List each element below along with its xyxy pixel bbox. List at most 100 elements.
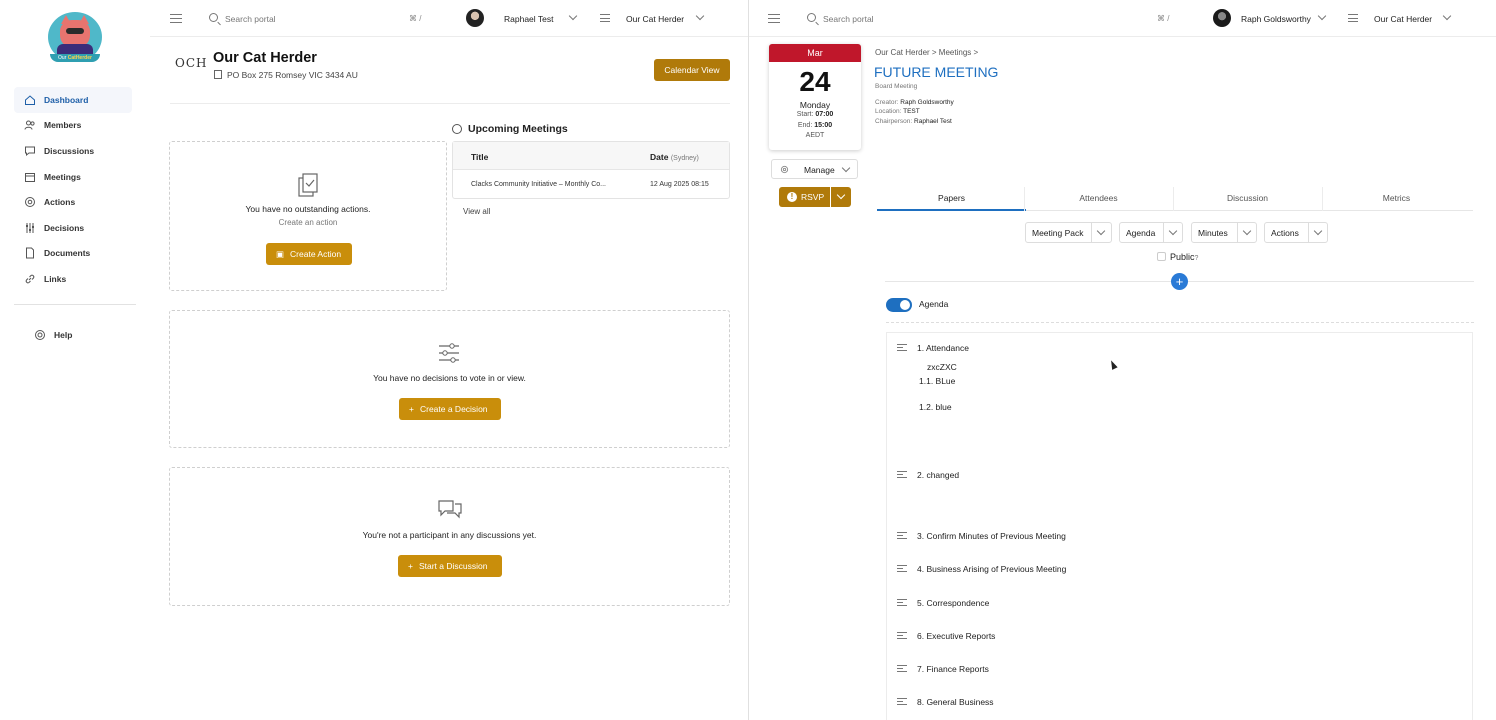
public-checkbox[interactable] <box>1157 252 1166 261</box>
sidebar-item-help[interactable]: Help <box>24 322 72 348</box>
agenda-dropdown[interactable]: Agenda <box>1119 222 1183 243</box>
day-number: 24 <box>799 66 831 97</box>
meeting-creator: Creator: Raph Goldsworthy <box>875 99 954 106</box>
agenda-item[interactable]: 1. Attendance <box>917 343 969 353</box>
avatar[interactable] <box>1213 9 1231 27</box>
actions-dropdown[interactable]: Actions <box>1264 222 1328 243</box>
sidebar-item-members[interactable]: Members <box>14 113 132 139</box>
user-menu[interactable]: Raphael Test <box>504 14 553 24</box>
agenda-subitem[interactable]: 1.2. blue <box>919 402 952 412</box>
plus-icon: + <box>408 561 413 571</box>
minutes-dropdown[interactable]: Minutes <box>1191 222 1257 243</box>
chat-icon <box>438 500 462 519</box>
logo-text: Our CatHerder <box>50 54 100 62</box>
sidebar-item-actions[interactable]: Actions <box>14 189 132 215</box>
reorder-icon[interactable] <box>897 665 907 672</box>
table-header: Title Date (Sydney) <box>453 142 729 170</box>
org-switcher[interactable]: Our Cat Herder <box>626 14 684 24</box>
sliders-icon <box>439 343 459 363</box>
breadcrumb[interactable]: Our Cat Herder > Meetings > <box>875 48 978 57</box>
plus-icon: + <box>409 404 414 414</box>
sidebar-item-meetings[interactable]: Meetings <box>14 164 132 190</box>
sidebar-item-discussions[interactable]: Discussions <box>14 138 132 164</box>
column-date: Date (Sydney) <box>650 152 699 162</box>
menu-icon[interactable] <box>768 14 780 23</box>
rsvp-button[interactable]: ! RSVP <box>779 187 830 207</box>
sidebar-item-decisions[interactable]: Decisions <box>14 215 132 241</box>
search-input[interactable]: Search portal <box>225 14 276 24</box>
agenda-list <box>886 332 1473 720</box>
reorder-icon[interactable] <box>897 344 907 351</box>
actions-card: You have no outstanding actions. Create … <box>169 141 447 291</box>
tab-papers[interactable]: Papers <box>877 187 1026 211</box>
agenda-item-note: zxcZXC <box>927 362 957 372</box>
manage-button[interactable]: Manage <box>771 159 858 179</box>
end-time: End: 15:00 <box>797 121 833 129</box>
meeting-row-title[interactable]: Clacks Community Initiative – Monthly Co… <box>471 181 606 188</box>
discussions-card: You're not a participant in any discussi… <box>169 467 730 606</box>
discussions-empty-message: You're not a participant in any discussi… <box>362 530 537 540</box>
reorder-icon[interactable] <box>897 599 907 606</box>
month-label: Mar <box>769 44 861 62</box>
document-icon <box>24 247 36 259</box>
agenda-item[interactable]: 2. changed <box>917 470 959 480</box>
search-shortcut: ⌘ / <box>409 14 422 23</box>
info-icon[interactable]: ? <box>1195 255 1199 262</box>
create-action-link[interactable]: Create an action <box>170 218 446 227</box>
tab-metrics[interactable]: Metrics <box>1322 187 1471 211</box>
menu-icon[interactable] <box>170 14 182 23</box>
chevron-down-icon <box>1168 226 1178 236</box>
create-action-button[interactable]: ▣ Create Action <box>266 243 352 265</box>
meeting-row-date: 12 Aug 2025 08:15 <box>650 181 709 188</box>
reorder-icon[interactable] <box>897 471 907 478</box>
agenda-item[interactable]: 3. Confirm Minutes of Previous Meeting <box>917 531 1066 541</box>
tab-discussion[interactable]: Discussion <box>1173 187 1322 211</box>
agenda-item[interactable]: 5. Correspondence <box>917 598 989 608</box>
public-label: Public? <box>1170 252 1199 262</box>
agenda-item[interactable]: 7. Finance Reports <box>917 664 989 674</box>
chevron-down-icon <box>836 190 846 200</box>
sidebar-item-documents[interactable]: Documents <box>14 241 132 267</box>
meeting-date-card: Mar 24 Monday Start: 07:00 End: 15:00 AE… <box>769 44 861 150</box>
reorder-icon[interactable] <box>897 565 907 572</box>
start-time: Start: 07:00 <box>796 111 834 118</box>
agenda-toggle-label: Agenda <box>919 299 949 309</box>
org-logo: OCH <box>175 56 208 70</box>
header-divider <box>170 103 730 104</box>
agenda-item[interactable]: 8. General Business <box>917 697 994 707</box>
reorder-icon[interactable] <box>897 632 907 639</box>
building-icon <box>214 70 222 79</box>
start-discussion-button[interactable]: + Start a Discussion <box>398 555 502 577</box>
agenda-item[interactable]: 6. Executive Reports <box>917 631 995 641</box>
user-menu[interactable]: Raph Goldsworthy <box>1241 14 1311 24</box>
reorder-icon[interactable] <box>897 698 907 705</box>
link-icon <box>24 273 36 285</box>
calendar-view-button[interactable]: Calendar View <box>654 59 730 81</box>
upcoming-meetings-table: Title Date (Sydney) Clacks Community Ini… <box>452 141 730 199</box>
reorder-icon[interactable] <box>897 532 907 539</box>
org-switcher[interactable]: Our Cat Herder <box>1374 14 1432 24</box>
agenda-toggle[interactable] <box>886 298 912 312</box>
weekday: Monday <box>799 100 831 110</box>
search-input[interactable]: Search portal <box>823 14 874 24</box>
sidebar-item-dashboard[interactable]: Dashboard <box>14 87 132 113</box>
search-icon <box>209 13 218 22</box>
view-all-link[interactable]: View all <box>463 207 490 216</box>
chevron-down-icon <box>841 163 851 173</box>
calendar-icon <box>24 171 36 183</box>
meeting-tabs: Papers Attendees Discussion Metrics <box>877 187 1473 211</box>
rsvp-dropdown[interactable] <box>831 187 851 207</box>
agenda-subitem[interactable]: 1.1. BLue <box>919 376 955 386</box>
meeting-pack-dropdown[interactable]: Meeting Pack <box>1025 222 1112 243</box>
actions-empty-message: You have no outstanding actions. <box>245 204 371 214</box>
tab-attendees[interactable]: Attendees <box>1024 187 1173 211</box>
agenda-item[interactable]: 4. Business Arising of Previous Meeting <box>917 564 1066 574</box>
avatar[interactable] <box>466 9 484 27</box>
decisions-card: You have no decisions to vote in or view… <box>169 310 730 448</box>
org-address: PO Box 275 Romsey VIC 3434 AU <box>227 70 358 80</box>
add-agenda-item-button[interactable]: + <box>1171 273 1188 290</box>
sidebar-item-links[interactable]: Links <box>14 266 132 292</box>
chevron-down-icon <box>1242 226 1252 236</box>
meeting-title: FUTURE MEETING <box>874 64 999 80</box>
create-decision-button[interactable]: + Create a Decision <box>399 398 501 420</box>
